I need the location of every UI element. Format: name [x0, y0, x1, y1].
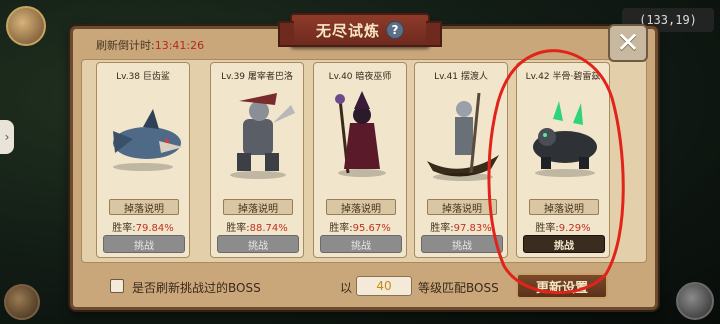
- boss-card: Lv.42 半骨·碧雷兹 掉落说明 胜率:9.29% 挑战: [516, 62, 610, 258]
- butcher-boss-portrait: [230, 93, 295, 179]
- drop-info-button[interactable]: 掉落说明: [427, 199, 497, 215]
- refresh-challenged-label: 是否刷新挑战过的BOSS: [132, 281, 261, 295]
- level-match-label: 等级匹配BOSS: [418, 281, 499, 295]
- chat-avatar[interactable]: [4, 284, 40, 320]
- win-label: 胜率:: [430, 223, 454, 234]
- win-rate-value: 97.83%: [453, 223, 492, 234]
- drop-info-button[interactable]: 掉落说明: [326, 199, 396, 215]
- shark-boss-portrait: [113, 109, 183, 171]
- side-panel-handle[interactable]: ›: [0, 120, 14, 154]
- win-rate: 胜率:88.74%: [211, 219, 303, 234]
- night-wizard-portrait: [335, 91, 386, 177]
- refresh-label: 刷新倒计时:: [96, 39, 155, 52]
- ferryman-boss-portrait: [427, 92, 499, 181]
- challenge-button[interactable]: 挑战: [523, 235, 605, 253]
- level-input[interactable]: 40: [356, 276, 412, 296]
- win-rate-value: 95.67%: [352, 223, 391, 234]
- menu-avatar[interactable]: [676, 282, 714, 320]
- win-rate-value: 79.84%: [135, 223, 174, 234]
- win-label: 胜率:: [226, 223, 250, 234]
- close-button[interactable]: ✕: [608, 24, 648, 62]
- drop-info-button[interactable]: 掉落说明: [109, 199, 179, 215]
- boss-card: Lv.40 暗夜巫师 掉落说明 胜率:95.67% 挑战: [313, 62, 407, 258]
- win-rate-value: 9.29%: [558, 223, 591, 234]
- player-avatar[interactable]: [6, 6, 46, 46]
- help-icon[interactable]: ?: [386, 21, 404, 39]
- win-label: 胜率:: [329, 223, 353, 234]
- boss-card: Lv.41 摆渡人 掉落说明 胜率:97.83% 挑战: [414, 62, 508, 258]
- drop-info-button[interactable]: 掉落说明: [529, 199, 599, 215]
- win-rate: 胜率:97.83%: [415, 219, 507, 234]
- bone-beast-boss-portrait: [533, 101, 597, 177]
- win-rate: 胜率:79.84%: [97, 219, 189, 234]
- dialog-title-banner: 无尽试炼 ?: [278, 13, 442, 47]
- refresh-challenged-checkbox[interactable]: [110, 279, 124, 293]
- boss-card: Lv.38 巨齿鲨 掉落说明 胜率:79.84% 挑战: [96, 62, 190, 258]
- win-rate: 胜率:95.67%: [314, 219, 406, 234]
- challenge-button[interactable]: 挑战: [103, 235, 185, 253]
- win-label: 胜率:: [535, 223, 559, 234]
- win-rate-value: 88.74%: [249, 223, 288, 234]
- win-rate: 胜率:9.29%: [517, 219, 609, 234]
- refresh-countdown: 刷新倒计时:13:41:26: [96, 37, 204, 53]
- boss-name: Lv.38 巨齿鲨: [116, 72, 170, 82]
- close-icon: ✕: [616, 26, 640, 59]
- win-label: 胜率:: [112, 223, 136, 234]
- boss-name: Lv.41 摆渡人: [434, 72, 488, 82]
- refresh-time: 13:41:26: [154, 39, 205, 52]
- update-settings-button[interactable]: 更新设置: [516, 273, 608, 299]
- boss-card: Lv.39 屠宰者巴洛 掉落说明 胜率:88.74% 挑战: [210, 62, 304, 258]
- dialog-title: 无尽试炼: [315, 21, 380, 40]
- challenge-button[interactable]: 挑战: [217, 235, 299, 253]
- challenge-button[interactable]: 挑战: [320, 235, 402, 253]
- drop-info-button[interactable]: 掉落说明: [223, 199, 293, 215]
- level-prefix: 以: [340, 281, 353, 295]
- boss-name: Lv.42 半骨·碧雷兹: [525, 72, 601, 82]
- challenge-button[interactable]: 挑战: [421, 235, 503, 253]
- boss-name: Lv.39 屠宰者巴洛: [221, 72, 293, 82]
- chevron-right-icon: ›: [4, 130, 10, 144]
- boss-name: Lv.40 暗夜巫师: [328, 72, 392, 82]
